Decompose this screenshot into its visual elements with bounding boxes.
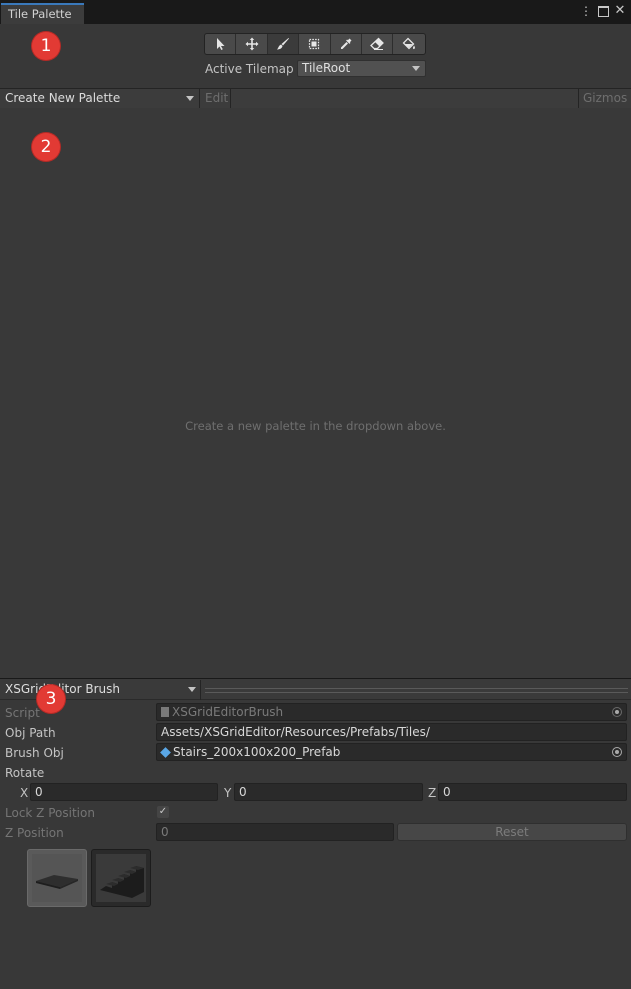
reset-button[interactable]: Reset <box>397 823 627 841</box>
rotate-x-label: X <box>20 786 29 800</box>
picker-tool-icon[interactable] <box>331 34 362 54</box>
lock-z-label: Lock Z Position <box>5 806 95 820</box>
active-tilemap-dropdown[interactable]: TileRoot <box>297 60 426 77</box>
window-titlebar <box>0 0 631 24</box>
z-position-label: Z Position <box>5 826 64 840</box>
tab-tile-palette[interactable]: Tile Palette <box>1 3 84 24</box>
brush-header: XSGridEditor Brush <box>0 678 631 700</box>
splitter-handle[interactable] <box>205 688 628 693</box>
script-field: XSGridEditorBrush <box>156 703 627 721</box>
rotate-y-input[interactable]: 0 <box>234 783 423 801</box>
active-tilemap-label: Active Tilemap <box>205 62 294 76</box>
brush-dropdown[interactable]: XSGridEditor Brush <box>0 680 201 700</box>
flood-fill-tool-icon[interactable] <box>393 34 424 54</box>
box-fill-tool-icon[interactable] <box>299 34 331 54</box>
flat-tile-thumbnail[interactable] <box>27 849 87 907</box>
object-picker-icon <box>612 707 622 717</box>
z-position-input[interactable]: 0 <box>156 823 394 841</box>
chevron-down-icon <box>188 687 196 692</box>
palette-dropdown-label: Create New Palette <box>5 91 121 105</box>
obj-path-input[interactable]: Assets/XSGridEditor/Resources/Prefabs/Ti… <box>156 723 627 741</box>
annotation-marker-2: 2 <box>32 133 60 161</box>
palette-bar: Create New Palette Edit Gizmos <box>0 88 631 109</box>
brush-obj-value: Stairs_200x100x200_Prefab <box>173 745 341 759</box>
script-icon <box>161 707 169 717</box>
script-label: Script <box>5 706 40 720</box>
kebab-menu-icon[interactable]: ⋮ <box>580 5 592 17</box>
close-icon[interactable]: ✕ <box>614 4 626 17</box>
lock-z-checkbox[interactable]: ✓ <box>157 806 169 818</box>
script-value: XSGridEditorBrush <box>172 705 284 719</box>
rotate-y-label: Y <box>224 786 232 800</box>
brush-obj-field[interactable]: Stairs_200x100x200_Prefab <box>156 743 627 761</box>
rotate-z-label: Z <box>428 786 437 800</box>
annotation-marker-1: 1 <box>32 32 60 60</box>
chevron-down-icon <box>412 66 420 71</box>
prefab-icon <box>160 747 171 758</box>
select-tool-icon[interactable] <box>205 34 237 54</box>
rotate-label: Rotate <box>5 766 45 780</box>
gizmos-button[interactable]: Gizmos <box>578 89 631 108</box>
rotate-x-input[interactable]: 0 <box>30 783 218 801</box>
paintbrush-tool-icon[interactable] <box>267 34 300 54</box>
rotate-z-input[interactable]: 0 <box>438 783 627 801</box>
edit-button[interactable]: Edit <box>201 89 231 108</box>
palette-area[interactable] <box>0 108 631 678</box>
active-tilemap-value: TileRoot <box>302 61 351 75</box>
eraser-tool-icon[interactable] <box>362 34 394 54</box>
annotation-marker-3: 3 <box>37 685 65 713</box>
palette-dropdown[interactable]: Create New Palette <box>0 89 200 108</box>
chevron-down-icon <box>186 96 194 101</box>
tool-strip <box>204 33 426 55</box>
stairs-tile-thumbnail[interactable] <box>91 849 151 907</box>
empty-palette-message: Create a new palette in the dropdown abo… <box>185 419 446 433</box>
obj-path-label: Obj Path <box>5 726 56 740</box>
maximize-icon[interactable] <box>597 5 609 17</box>
move-tool-icon[interactable] <box>236 34 268 54</box>
object-picker-icon[interactable] <box>612 747 622 757</box>
brush-obj-label: Brush Obj <box>5 746 64 760</box>
